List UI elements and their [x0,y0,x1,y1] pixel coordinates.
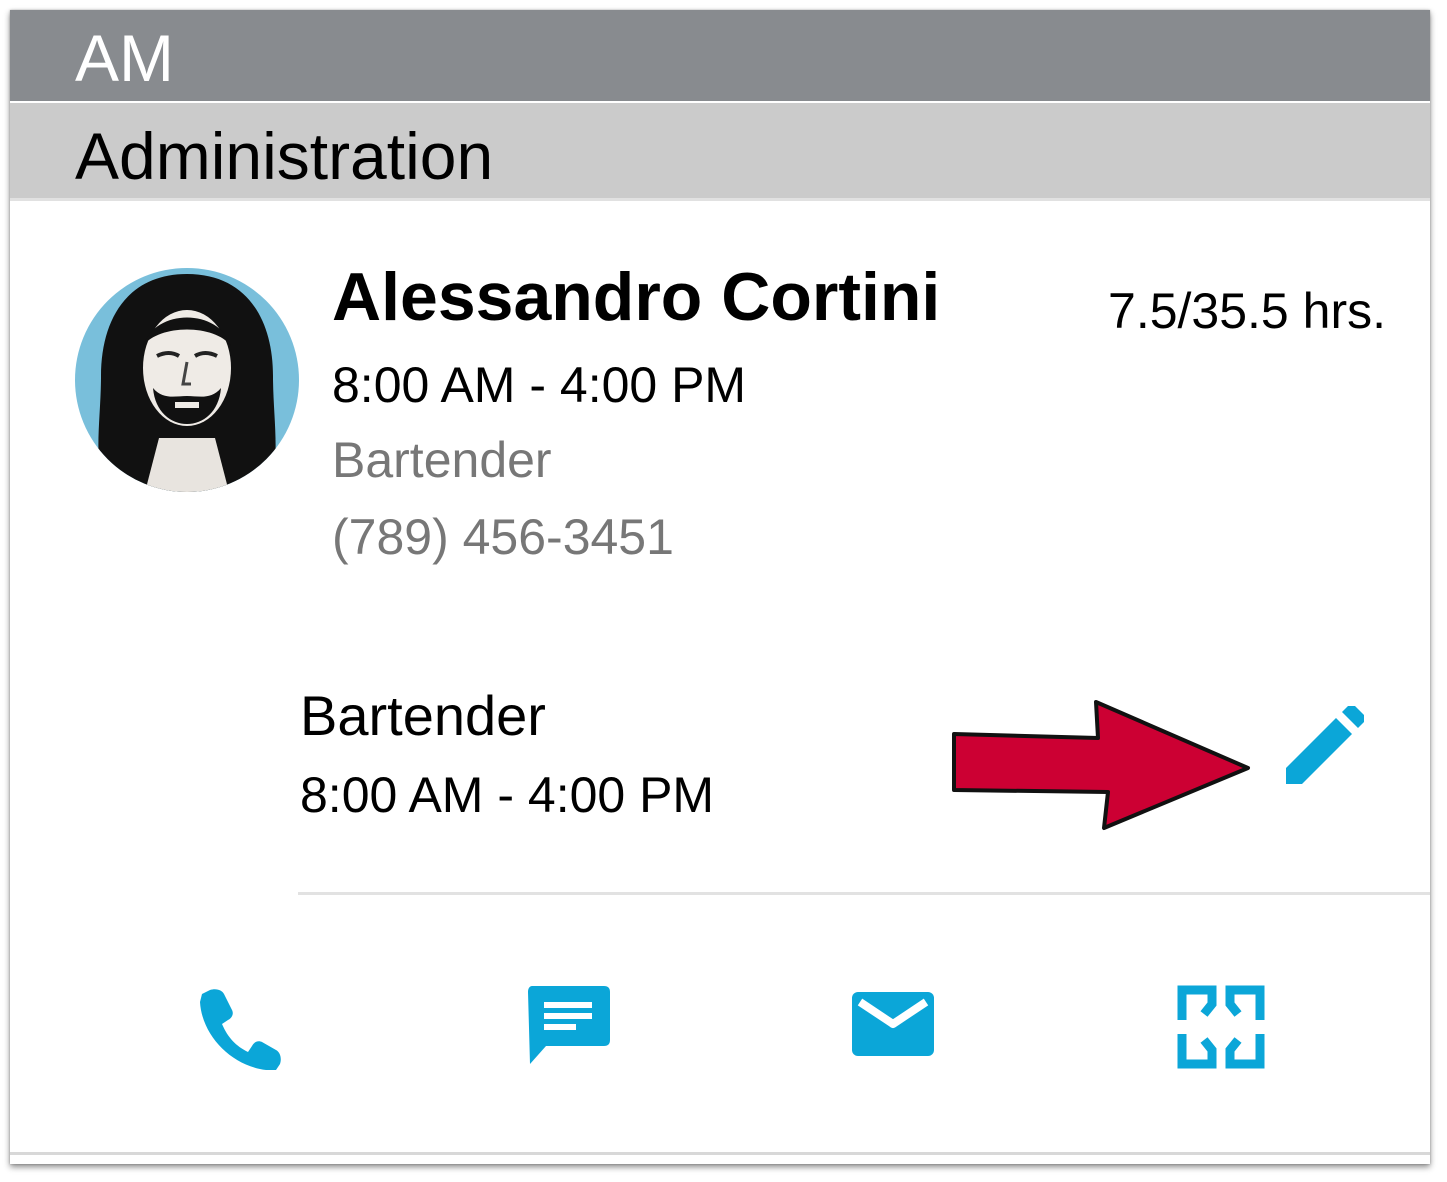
department-header: Administration [10,103,1430,201]
employee-phone[interactable]: (789) 456-3451 [332,507,674,567]
shift-role: Bartender [300,684,546,747]
exchange-icon [1177,985,1265,1069]
bottom-divider [10,1152,1430,1155]
email-button[interactable] [850,982,940,1072]
phone-icon [200,989,281,1070]
employee-name: Alessandro Cortini [332,259,941,335]
department-label: Administration [75,119,494,193]
email-icon [852,992,934,1056]
divider [298,892,1430,895]
shift-card: AM Administration Alessandro Cortini 7.5… [10,10,1430,1164]
annotation-arrow-icon [952,700,1250,830]
avatar-image [75,268,299,492]
shift-exchange-button[interactable] [1176,982,1266,1072]
employee-role: Bartender [332,432,552,488]
shift-period-header: AM [10,10,1430,101]
shift-time: 8:00 AM - 4:00 PM [300,767,715,823]
message-button[interactable] [524,982,614,1072]
scheduled-hours: 7.5/35.5 hrs. [1108,283,1386,339]
pencil-icon [1286,704,1366,784]
avatar[interactable] [75,268,299,492]
edit-shift-button[interactable] [1280,704,1366,790]
call-button[interactable] [196,982,286,1072]
shift-period-label: AM [75,21,174,95]
message-icon [528,986,610,1064]
employee-shift-time: 8:00 AM - 4:00 PM [332,357,747,413]
